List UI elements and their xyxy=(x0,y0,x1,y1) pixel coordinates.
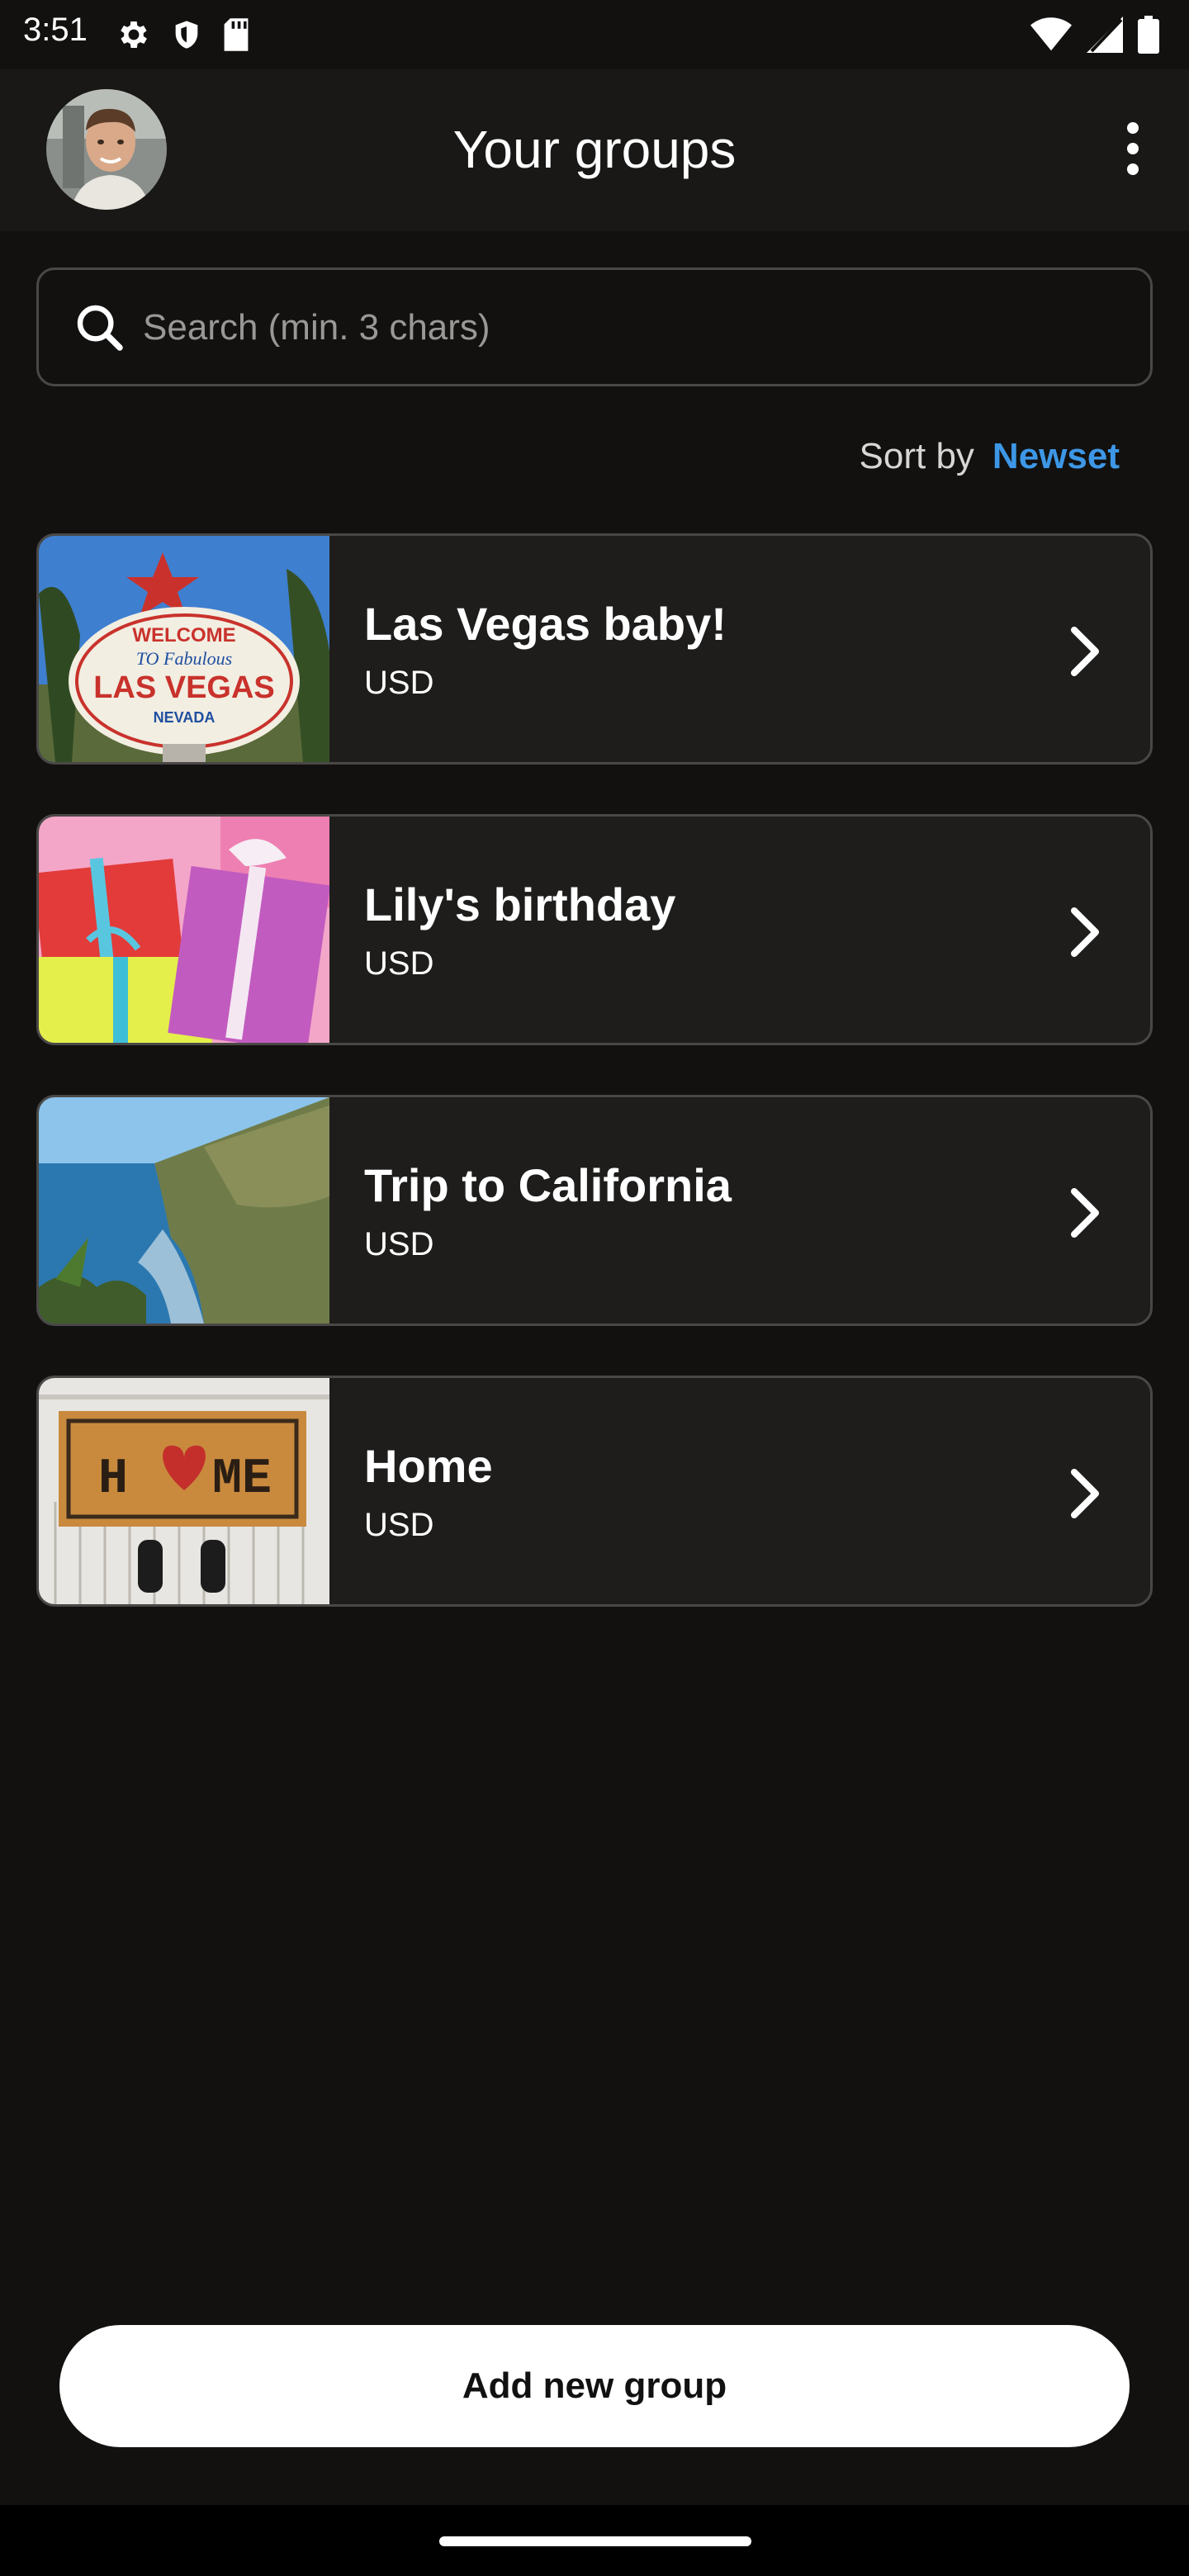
app-header: Your groups xyxy=(0,69,1189,231)
svg-text:WELCOME: WELCOME xyxy=(132,624,235,646)
group-title: Lily's birthday xyxy=(364,878,676,930)
shield-icon xyxy=(175,21,198,49)
svg-text:ME: ME xyxy=(212,1451,272,1508)
svg-text:TO Fabulous: TO Fabulous xyxy=(136,648,232,669)
group-card-trip-to-california[interactable]: Trip to California USD xyxy=(36,1095,1153,1326)
more-vert-icon[interactable] xyxy=(1113,116,1153,182)
group-title: Trip to California xyxy=(364,1159,732,1211)
svg-text:H: H xyxy=(98,1451,128,1508)
signal-icon xyxy=(1087,17,1123,53)
gift-boxes-thumbnail xyxy=(39,817,329,1043)
group-currency: USD xyxy=(364,1226,434,1262)
search-input[interactable] xyxy=(141,270,1119,386)
group-currency: USD xyxy=(364,945,434,982)
home-doormat-thumbnail: H ME xyxy=(39,1378,329,1604)
battery-icon xyxy=(1138,16,1159,54)
sort-control: Sort by Newset xyxy=(860,436,1120,477)
chevron-right-icon xyxy=(1071,1188,1099,1238)
chevron-right-icon xyxy=(1071,907,1099,957)
status-icons-right xyxy=(1030,15,1159,54)
group-title: Home xyxy=(364,1440,493,1492)
sd-card-icon xyxy=(224,18,249,51)
svg-text:NEVADA: NEVADA xyxy=(154,709,216,726)
chevron-right-icon xyxy=(1071,627,1099,676)
add-new-group-button[interactable]: Add new group xyxy=(59,2325,1130,2447)
group-card-lilys-birthday[interactable]: Lily's birthday USD xyxy=(36,814,1153,1045)
coastline-thumbnail xyxy=(39,1097,329,1324)
svg-text:LAS VEGAS: LAS VEGAS xyxy=(93,670,275,705)
chevron-right-icon xyxy=(1071,1469,1099,1518)
home-indicator[interactable] xyxy=(439,2536,751,2546)
group-currency: USD xyxy=(364,1507,434,1543)
wifi-icon xyxy=(1030,17,1072,51)
group-title: Las Vegas baby! xyxy=(364,598,727,650)
settings-icon xyxy=(121,21,147,48)
sort-label: Sort by xyxy=(859,436,974,476)
status-bar: 3:51 xyxy=(0,0,1189,69)
sort-value-button[interactable]: Newset xyxy=(992,436,1120,477)
search-icon xyxy=(77,305,123,351)
las-vegas-thumbnail: WELCOME TO Fabulous LAS VEGAS NEVADA xyxy=(39,536,329,762)
group-card-las-vegas[interactable]: WELCOME TO Fabulous LAS VEGAS NEVADA Las… xyxy=(36,533,1153,765)
group-card-home[interactable]: H ME Home USD xyxy=(36,1376,1153,1607)
page-title: Your groups xyxy=(452,120,737,179)
search-bar xyxy=(36,268,1153,386)
group-currency: USD xyxy=(364,665,434,701)
status-icons-left xyxy=(116,15,251,54)
status-time: 3:51 xyxy=(23,12,88,48)
